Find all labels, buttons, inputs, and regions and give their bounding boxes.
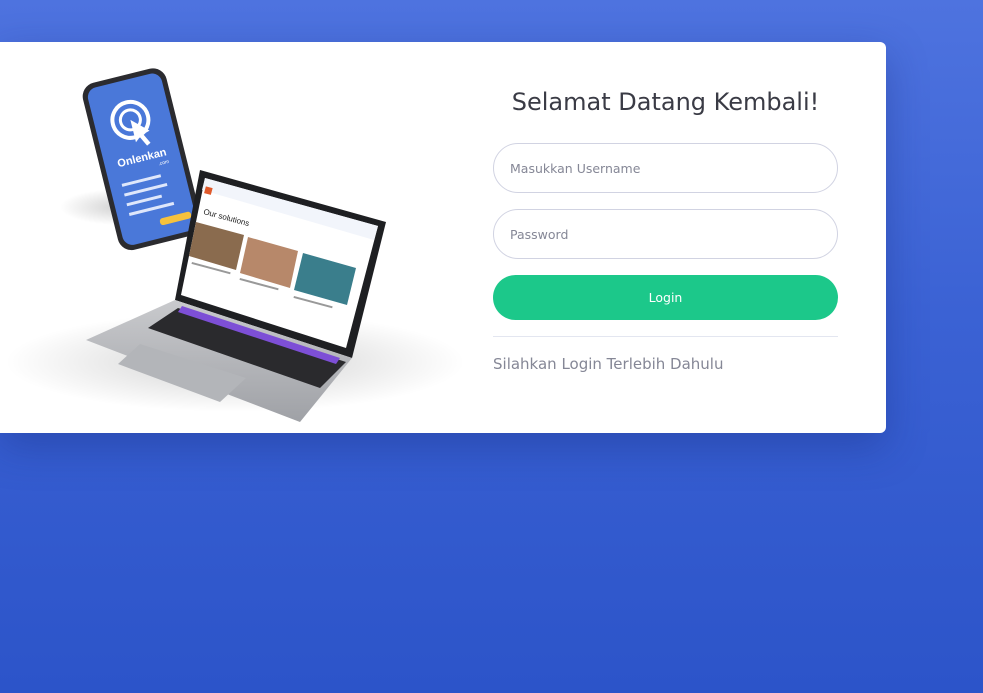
divider — [493, 336, 838, 337]
devices-illustration: Onlenkan .com Our solutions — [0, 42, 470, 433]
login-card: Onlenkan .com Our solutions Selamat Data… — [0, 42, 886, 433]
page-title: Selamat Datang Kembali! — [511, 88, 820, 116]
phone-mockup: Onlenkan .com — [82, 68, 202, 251]
login-hint-text: Silahkan Login Terlebih Dahulu — [493, 355, 724, 373]
devices-image: Onlenkan .com Our solutions — [5, 68, 465, 422]
username-input[interactable] — [493, 143, 838, 193]
login-form: Selamat Datang Kembali! Login Silahkan L… — [493, 42, 838, 433]
login-button[interactable]: Login — [493, 275, 838, 320]
password-input[interactable] — [493, 209, 838, 259]
